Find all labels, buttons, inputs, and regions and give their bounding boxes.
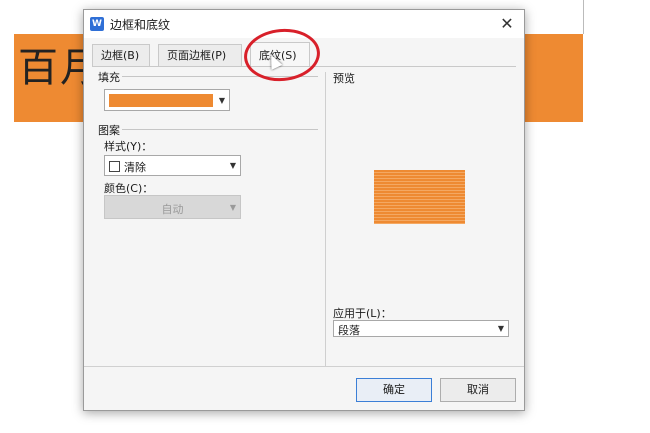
pattern-color-label: 颜色(C)： (104, 182, 154, 195)
style-label: 样式(Y)： (104, 140, 153, 153)
preview-label: 预览 (333, 72, 355, 85)
chevron-down-icon: ▼ (229, 202, 236, 212)
pattern-style-value: 清除 (124, 161, 146, 174)
dialog-title: 边框和底纹 (110, 18, 171, 32)
pattern-section-label: 图案 (98, 124, 120, 137)
chevron-down-icon: ▼ (218, 95, 225, 105)
pattern-color-dropdown[interactable]: 自动 ▼ (104, 195, 241, 219)
apply-to-label: 应用于(L)： (333, 307, 392, 320)
footer-divider (84, 366, 524, 367)
tab-borders[interactable]: 边框(B) (92, 44, 150, 66)
tab-page-borders[interactable]: 页面边框(P) (158, 44, 242, 66)
pattern-style-dropdown[interactable]: 清除 ▼ (104, 155, 241, 176)
chevron-down-icon: ▼ (497, 324, 504, 333)
apply-to-value: 段落 (338, 324, 360, 337)
pattern-separator (122, 129, 318, 130)
doc-margin-mark (583, 0, 584, 34)
pattern-color-value: 自动 (161, 203, 184, 216)
pattern-swatch-icon (109, 161, 120, 172)
panel-divider (325, 72, 326, 366)
fill-section-label: 填充 (98, 71, 120, 84)
fill-color-dropdown[interactable]: ▼ (104, 89, 230, 111)
chevron-down-icon: ▼ (229, 161, 236, 170)
ok-button[interactable]: 确定 (356, 378, 432, 402)
wps-app-icon: W (90, 17, 104, 31)
shading-preview (374, 170, 465, 224)
close-icon[interactable]: ✕ (496, 13, 518, 35)
apply-to-dropdown[interactable]: 段落 ▼ (333, 320, 509, 337)
cancel-button[interactable]: 取消 (440, 378, 516, 402)
fill-color-swatch (109, 94, 213, 107)
